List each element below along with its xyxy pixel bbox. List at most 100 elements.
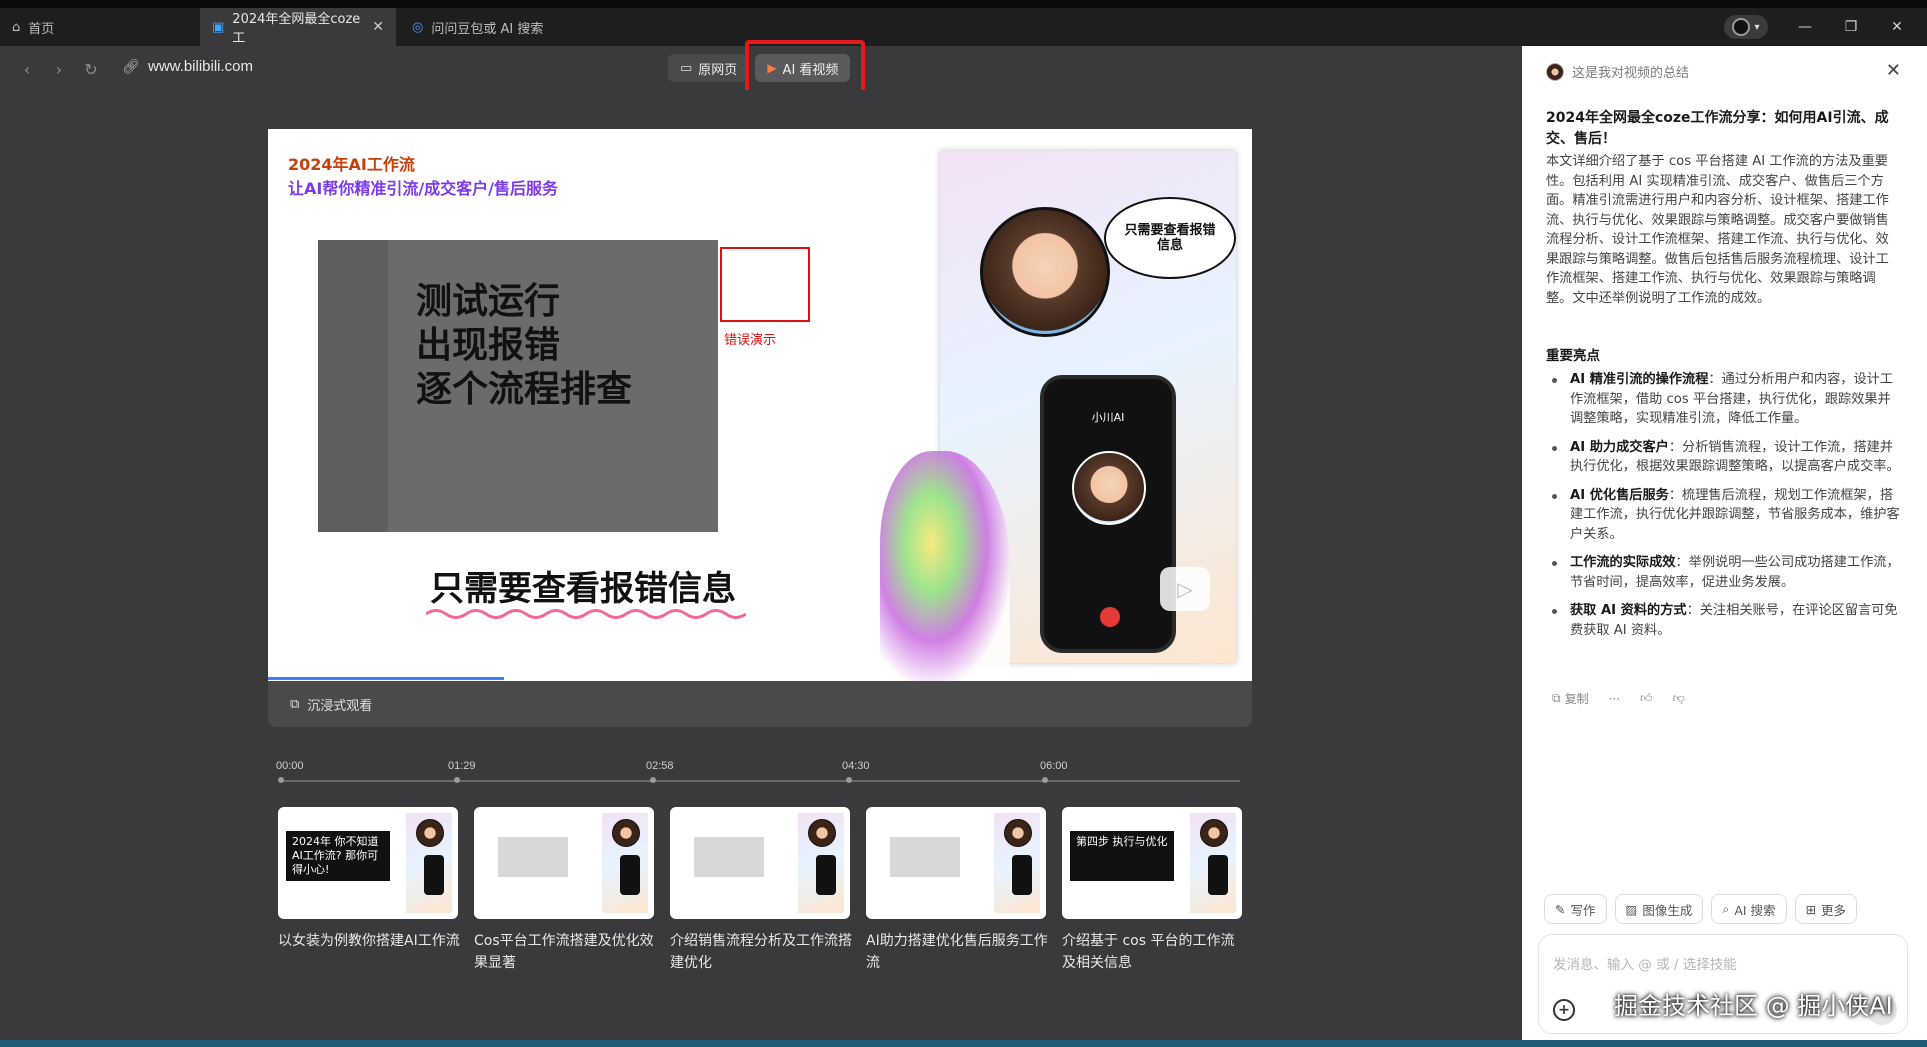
chapter-caption[interactable]: AI助力搭建优化售后服务工作流 bbox=[866, 930, 1050, 974]
watermark: 掘金技术社区 @ 掘小侠AI bbox=[1614, 992, 1893, 1020]
chip-more[interactable]: ⊞ 更多 bbox=[1794, 894, 1858, 924]
chip-ai-search[interactable]: ⌕ AI 搜索 bbox=[1711, 894, 1787, 924]
restore-button[interactable]: ❐ bbox=[1828, 8, 1874, 46]
url-text[interactable]: www.bilibili.com bbox=[148, 58, 253, 75]
phone-name: 小川AI bbox=[1091, 411, 1125, 424]
chevron-down-icon: ▾ bbox=[1754, 21, 1760, 33]
close-window-button[interactable]: ✕ bbox=[1874, 8, 1920, 46]
chapter-thumbnail[interactable]: 2024年 你不知道AI工作流? 那你可得小心! bbox=[278, 807, 458, 919]
timeline-mark: 04:30 bbox=[842, 760, 870, 772]
summary-header-text: 这是我对视频的总结 bbox=[1572, 66, 1690, 81]
pen-icon: ✎ bbox=[1555, 901, 1566, 917]
timeline-mark: 06:00 bbox=[1040, 760, 1068, 772]
phone-illustration: 小川AI bbox=[1040, 375, 1176, 653]
thumb-screen bbox=[498, 837, 568, 877]
thumb-face bbox=[612, 819, 640, 847]
chapter-thumbnail[interactable]: 第四步 执行与优化 bbox=[1062, 807, 1242, 919]
video-big-line: 逐个流程排查 bbox=[416, 369, 633, 410]
video-progress-bar[interactable] bbox=[268, 677, 505, 680]
video-bottom-text: 只需要查看报错信息 bbox=[430, 569, 736, 609]
copy-icon: ⧉ bbox=[1552, 691, 1561, 705]
thumb-phone bbox=[1012, 855, 1032, 895]
highlights-heading: 重要亮点 bbox=[1546, 348, 1600, 364]
close-tab-icon[interactable]: ✕ bbox=[372, 19, 384, 35]
thumbs-up-icon[interactable]: 👍︎ bbox=[1640, 691, 1653, 706]
screen-sidebar bbox=[318, 240, 388, 532]
more-actions-button[interactable]: ··· bbox=[1609, 692, 1620, 706]
copy-button[interactable]: ⧉ 复制 bbox=[1552, 690, 1589, 707]
home-icon: ⌂ bbox=[12, 19, 21, 35]
chapter-timeline: 00:00 01:29 02:58 04:30 06:00 bbox=[276, 760, 1244, 790]
timeline-mark: 02:58 bbox=[646, 760, 674, 772]
thumb-phone bbox=[1208, 855, 1228, 895]
video-player[interactable]: 2024年AI工作流 让AI帮你精准引流/成交客户/售后服务 错误演示 测试运行… bbox=[268, 129, 1252, 681]
chapter-caption[interactable]: Cos平台工作流搭建及优化效果显著 bbox=[474, 930, 658, 974]
page-icon: ▭ bbox=[680, 60, 693, 76]
tab-video[interactable]: ▣ 2024年全网最全coze工 ✕ bbox=[200, 8, 396, 46]
bilibili-tv-icon: ▷ bbox=[1160, 567, 1210, 611]
highlight-title: AI 优化售后服务 bbox=[1570, 487, 1669, 503]
error-highlight-box bbox=[720, 247, 810, 322]
error-label: 错误演示 bbox=[724, 333, 777, 348]
robot-illustration bbox=[880, 451, 1010, 681]
close-icon[interactable]: ✕ bbox=[1886, 60, 1901, 81]
chapter-thumbnail[interactable] bbox=[670, 807, 850, 919]
tab-ai-search[interactable]: ◎ 问问豆包或 AI 搜索 bbox=[400, 8, 600, 46]
timeline-mark: 01:29 bbox=[448, 760, 476, 772]
list-item: AI 助力成交客户：分析销售流程，设计工作流，搭建并执行优化，根据效果跟踪调整策… bbox=[1546, 438, 1901, 477]
thumb-face bbox=[416, 819, 444, 847]
video-title-line2: 让AI帮你精准引流/成交客户/售后服务 bbox=[288, 179, 559, 198]
add-icon[interactable]: + bbox=[1553, 999, 1575, 1021]
original-page-button[interactable]: ▭ 原网页 bbox=[668, 54, 750, 82]
tab-home[interactable]: ⌂ 首页 bbox=[0, 8, 200, 46]
image-icon: ▨ bbox=[1625, 901, 1638, 917]
reload-icon[interactable]: ↻ bbox=[80, 58, 102, 80]
taskbar-strip bbox=[0, 1040, 1927, 1047]
summary-title: 2024年全网最全coze工作流分享：如何用AI引流、成交、售后！ bbox=[1546, 110, 1889, 147]
chapter-caption[interactable]: 介绍基于 cos 平台的工作流及相关信息 bbox=[1062, 930, 1246, 974]
search-icon: ⌕ bbox=[1722, 901, 1730, 916]
girl-avatar-image bbox=[980, 207, 1110, 337]
thumb-phone bbox=[620, 855, 640, 895]
chip-write[interactable]: ✎ 写作 bbox=[1544, 894, 1607, 924]
original-page-label: 原网页 bbox=[698, 62, 738, 78]
main-content: 2024年AI工作流 让AI帮你精准引流/成交客户/售后服务 错误演示 测试运行… bbox=[0, 90, 1522, 1040]
chapter-thumbnail[interactable] bbox=[866, 807, 1046, 919]
hangup-icon bbox=[1100, 607, 1120, 627]
timeline-dot[interactable] bbox=[454, 777, 460, 783]
timeline-dot[interactable] bbox=[650, 777, 656, 783]
chapter-thumbnail[interactable] bbox=[474, 807, 654, 919]
search-ai-icon: ◎ bbox=[412, 19, 424, 35]
thumb-screen bbox=[890, 837, 960, 877]
timeline-mark: 00:00 bbox=[276, 760, 304, 772]
thumb-screen bbox=[694, 837, 764, 877]
immersive-view-button[interactable]: ⧉ 沉浸式观看 bbox=[268, 681, 1252, 727]
immersive-icon: ⧉ bbox=[290, 696, 300, 712]
account-menu[interactable]: ▾ bbox=[1724, 15, 1768, 39]
video-title-line1: 2024年AI工作流 bbox=[288, 155, 415, 174]
highlight-title: 获取 AI 资料的方式 bbox=[1570, 603, 1687, 618]
link-icon: 🔗︎ bbox=[122, 59, 140, 75]
immersive-label: 沉浸式观看 bbox=[307, 698, 373, 714]
thumb-face bbox=[1200, 819, 1228, 847]
grid-icon: ⊞ bbox=[1805, 901, 1817, 917]
highlight-title: AI 助力成交客户 bbox=[1570, 439, 1669, 455]
phone-avatar bbox=[1072, 451, 1146, 525]
assistant-avatar bbox=[1546, 62, 1564, 81]
timeline-dot[interactable] bbox=[1042, 777, 1048, 783]
chapter-caption[interactable]: 介绍销售流程分析及工作流搭建优化 bbox=[670, 930, 854, 974]
timeline-dot[interactable] bbox=[278, 777, 284, 783]
chip-image[interactable]: ▨ 图像生成 bbox=[1614, 894, 1704, 924]
thumbs-down-icon[interactable]: 👎︎ bbox=[1673, 691, 1685, 706]
tab-label: 2024年全网最全coze工 bbox=[232, 12, 361, 46]
minimize-button[interactable]: — bbox=[1782, 8, 1828, 46]
back-icon[interactable]: ‹ bbox=[16, 58, 38, 80]
timeline-dot[interactable] bbox=[846, 777, 852, 783]
chapter-caption[interactable]: 以女装为例教你搭建AI工作流 bbox=[278, 930, 462, 952]
thumb-text: 2024年 你不知道AI工作流? 那你可得小心! bbox=[286, 831, 390, 881]
pink-underline-squiggle bbox=[426, 609, 746, 619]
message-input[interactable]: 发消息、输入 @ 或 / 选择技能 bbox=[1553, 953, 1737, 973]
thumb-face bbox=[1004, 819, 1032, 847]
forward-icon[interactable]: › bbox=[48, 58, 70, 80]
message-actions: ⧉ 复制 ··· 👍︎ 👎︎ bbox=[1552, 690, 1685, 707]
